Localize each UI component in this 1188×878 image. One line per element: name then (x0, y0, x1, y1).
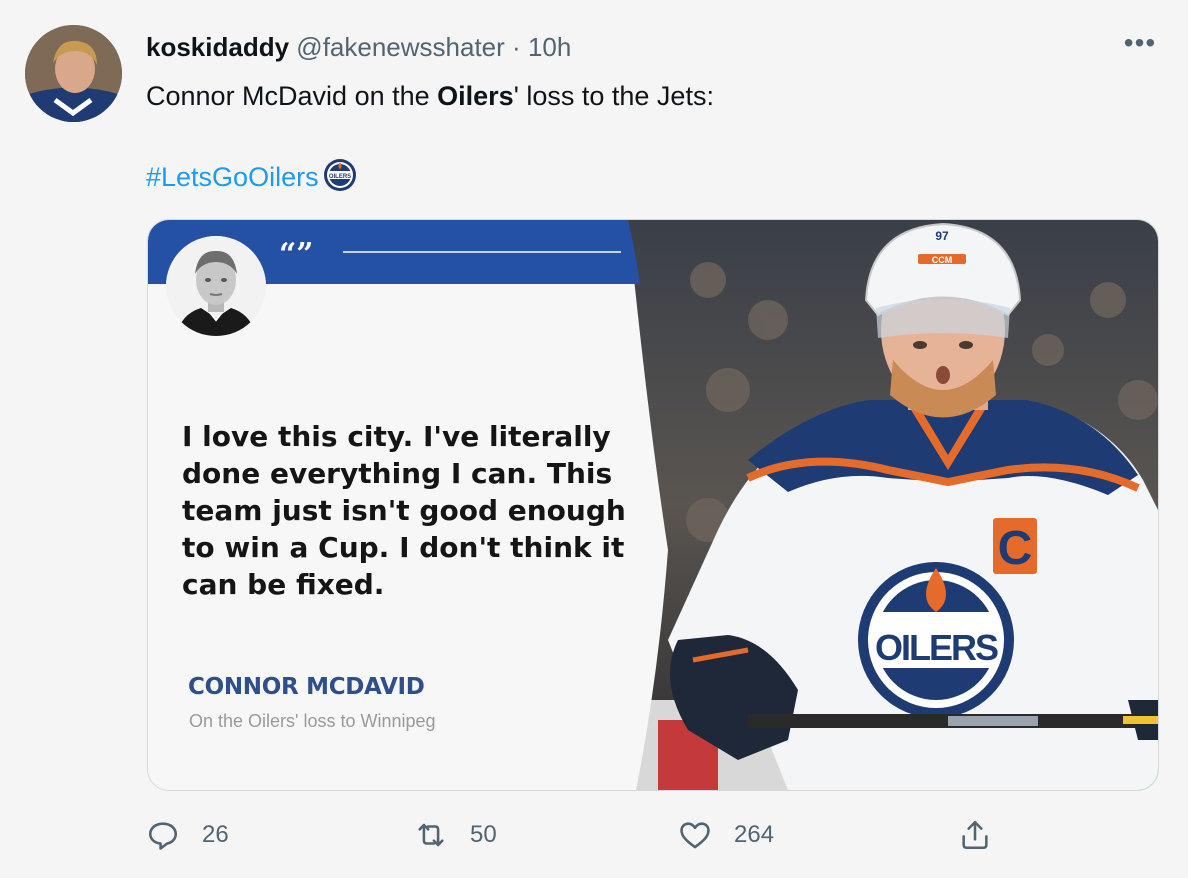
retweet-icon (418, 823, 444, 847)
hashtag-line: #LetsGoOilers OILERS (146, 158, 357, 195)
tweet-timestamp[interactable]: 10h (528, 32, 571, 62)
user-handle[interactable]: @fakenewsshater (296, 32, 505, 62)
quote-marks-icon: “” (279, 237, 314, 272)
tweet-header: koskidaddy @fakenewsshater · 10h (146, 30, 571, 64)
reply-icon (148, 822, 178, 850)
hashtag-link[interactable]: #LetsGoOilers (146, 162, 319, 192)
tweet-text-start: Connor McDavid on the (146, 81, 438, 111)
oilers-logo-icon: OILERS (323, 159, 356, 191)
display-name[interactable]: koskidaddy (146, 32, 289, 62)
quote-subtitle: On the Oilers' loss to Winnipeg (189, 711, 436, 731)
share-icon (962, 820, 988, 850)
tweet-text-bold: Oilers (437, 81, 514, 111)
like-button[interactable]: 264 (678, 810, 774, 860)
separator-dot: · (512, 32, 521, 62)
user-avatar[interactable] (25, 25, 122, 122)
tweet-actions: 26 50 264 (0, 810, 1188, 860)
like-icon (680, 822, 710, 849)
tweet-text-end: ' loss to the Jets: (513, 81, 714, 111)
quote-divider (343, 251, 621, 253)
svg-text:OILERS: OILERS (328, 174, 350, 180)
quote-text: I love this city. I've literally done ev… (182, 420, 626, 601)
media-card[interactable]: 97 CCM C OILERS “” I love this city. I'v… (147, 219, 1159, 791)
reply-button[interactable]: 26 (146, 810, 229, 860)
like-count: 264 (734, 821, 775, 848)
author-headshot (166, 236, 266, 336)
retweet-button[interactable]: 50 (414, 810, 497, 860)
more-icon[interactable]: ••• (1120, 26, 1160, 66)
tweet-text: Connor McDavid on the Oilers' loss to th… (146, 78, 714, 114)
retweet-count: 50 (470, 821, 497, 848)
quote-author: CONNOR MCDAVID (188, 674, 425, 700)
share-button[interactable] (958, 810, 992, 860)
reply-count: 26 (202, 821, 229, 848)
